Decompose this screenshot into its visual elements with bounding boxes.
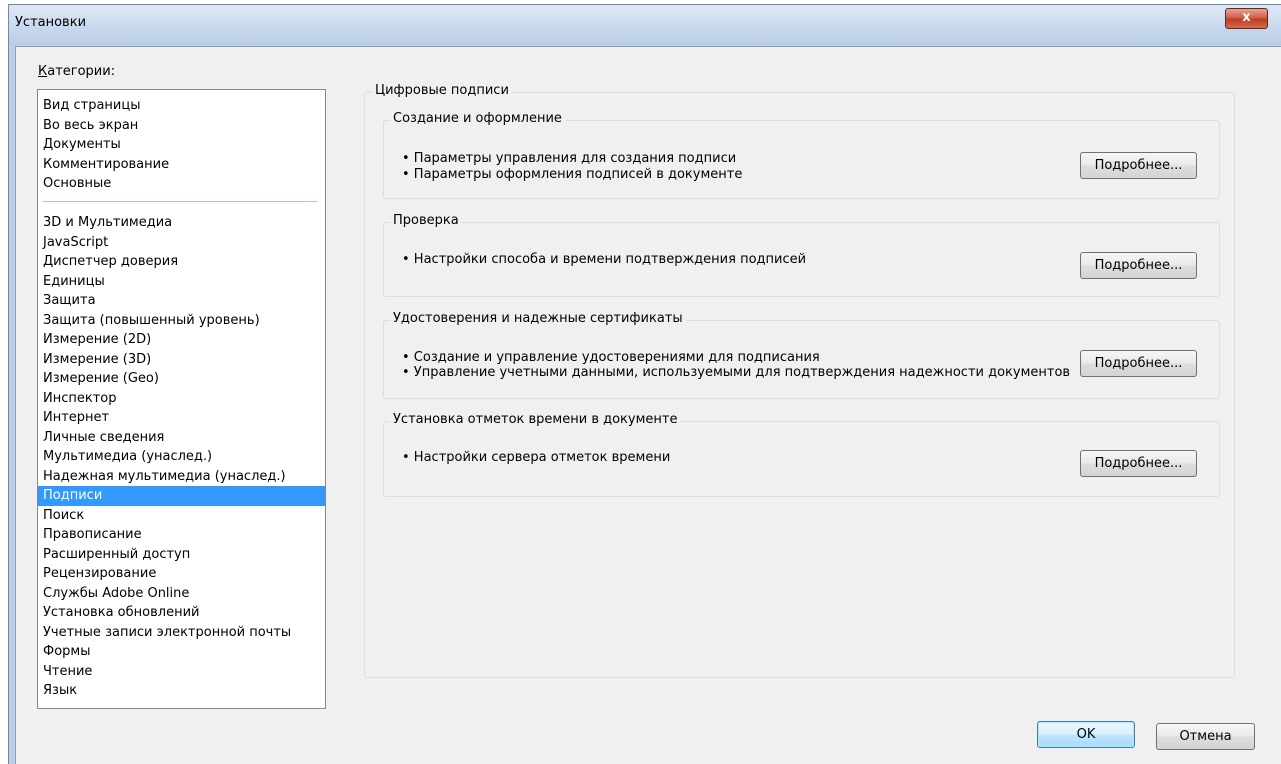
category-item[interactable]: Рецензирование — [38, 564, 325, 584]
category-item[interactable]: Чтение — [38, 662, 325, 682]
digital-signatures-title: Цифровые подписи — [372, 83, 512, 98]
category-item[interactable]: Поиск — [38, 506, 325, 526]
title-bar[interactable]: Установки x — [9, 5, 1281, 45]
category-item[interactable]: Основные — [38, 174, 325, 194]
category-item[interactable]: Интернет — [38, 408, 325, 428]
identities-bullet: • Управление учетными данными, используе… — [402, 365, 1071, 380]
category-item[interactable]: 3D и Мультимедиа — [38, 213, 325, 233]
preferences-dialog: Установки x Категории: Вид страницы Во в… — [8, 4, 1281, 764]
category-item[interactable]: Инспектор — [38, 389, 325, 409]
identities-more-button[interactable]: Подробнее... — [1080, 350, 1197, 377]
verification-bullet: • Настройки способа и времени подтвержде… — [402, 252, 807, 267]
close-button[interactable]: x — [1225, 8, 1268, 29]
timestamp-title: Установка отметок времени в документе — [390, 412, 681, 427]
ok-button[interactable]: OK — [1037, 721, 1135, 748]
timestamp-more-button[interactable]: Подробнее... — [1080, 450, 1197, 477]
category-item[interactable]: Мультимедиа (унаслед.) — [38, 447, 325, 467]
creation-bullet: • Параметры оформления подписей в докуме… — [402, 167, 743, 182]
category-item[interactable]: Надежная мультимедиа (унаслед.) — [38, 467, 325, 487]
category-item[interactable]: Службы Adobe Online — [38, 584, 325, 604]
category-item[interactable]: Документы — [38, 135, 325, 155]
category-item[interactable]: Диспетчер доверия — [38, 252, 325, 272]
identities-bullet: • Создание и управление удостоверениями … — [402, 350, 820, 365]
category-item[interactable]: Единицы — [38, 272, 325, 292]
cancel-button[interactable]: Отмена — [1156, 723, 1255, 750]
categories-label: Категории: — [38, 64, 116, 79]
dialog-client-area: Категории: Вид страницы Во весь экран До… — [15, 46, 1281, 764]
close-icon: x — [1242, 10, 1251, 25]
category-item[interactable]: Установка обновлений — [38, 603, 325, 623]
category-item[interactable]: Язык — [38, 681, 325, 701]
category-item[interactable]: Защита — [38, 291, 325, 311]
creation-bullet: • Параметры управления для создания подп… — [402, 151, 737, 166]
category-item[interactable]: Измерение (Geo) — [38, 369, 325, 389]
verification-title: Проверка — [390, 213, 462, 228]
category-item[interactable]: Вид страницы — [38, 96, 325, 116]
category-item[interactable]: Правописание — [38, 525, 325, 545]
creation-more-button[interactable]: Подробнее... — [1080, 152, 1197, 179]
category-item[interactable]: Личные сведения — [38, 428, 325, 448]
category-item[interactable]: Измерение (3D) — [38, 350, 325, 370]
category-item[interactable]: Защита (повышенный уровень) — [38, 311, 325, 331]
timestamp-bullet: • Настройки сервера отметок времени — [402, 450, 671, 465]
identities-certificates-title: Удостоверения и надежные сертификаты — [390, 311, 686, 326]
categories-list[interactable]: Вид страницы Во весь экран Документы Ком… — [37, 89, 326, 709]
category-item[interactable]: Расширенный доступ — [38, 545, 325, 565]
category-item[interactable]: Во весь экран — [38, 116, 325, 136]
category-item[interactable]: Измерение (2D) — [38, 330, 325, 350]
window-title: Установки — [15, 15, 87, 30]
category-item[interactable]: Учетные записи электронной почты — [38, 623, 325, 643]
category-item[interactable]: Формы — [38, 642, 325, 662]
category-separator — [42, 201, 318, 202]
category-item[interactable]: JavaScript — [38, 233, 325, 253]
verification-more-button[interactable]: Подробнее... — [1080, 252, 1197, 279]
creation-appearance-title: Создание и оформление — [390, 111, 565, 126]
category-item-selected[interactable]: Подписи — [38, 486, 325, 506]
category-item[interactable]: Комментирование — [38, 155, 325, 175]
